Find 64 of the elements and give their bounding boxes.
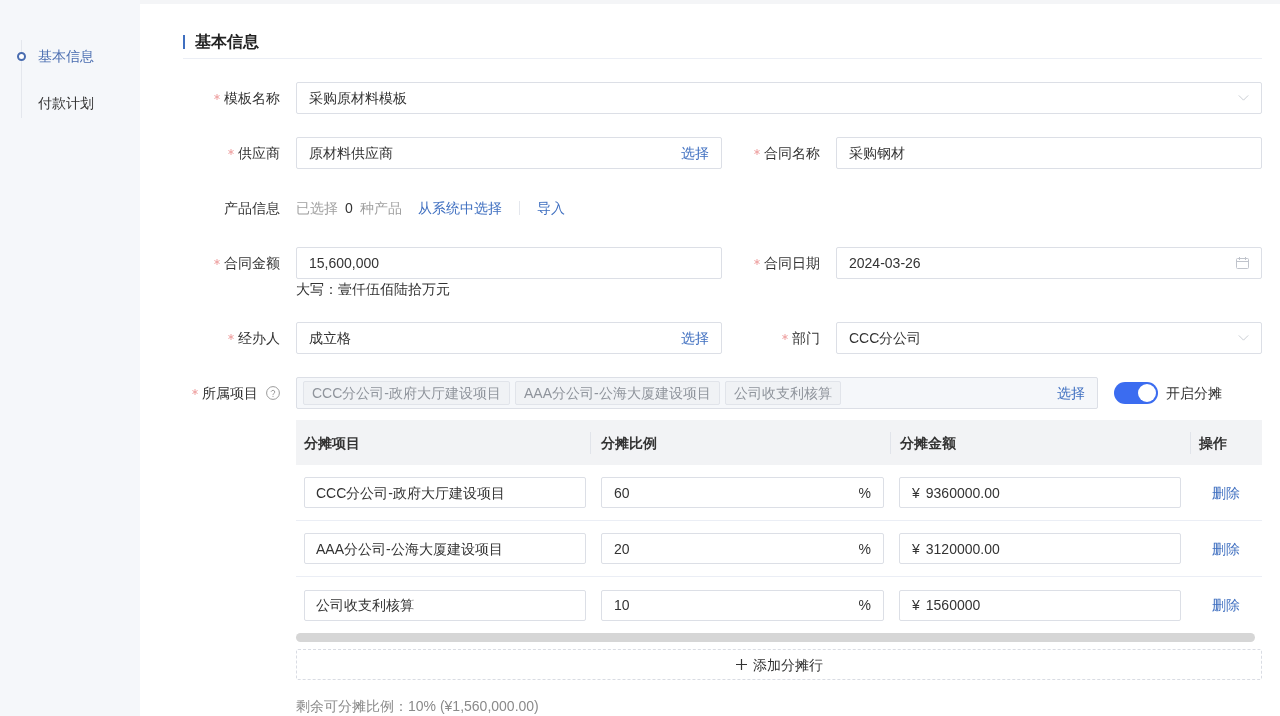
tag: AAA分公司-公海大厦建设项目	[515, 381, 720, 405]
project-input[interactable]: CCC分公司-政府大厅建设项目	[304, 477, 586, 508]
ratio-input[interactable]: 10 %	[601, 589, 884, 621]
toggle-switch[interactable]	[1114, 382, 1158, 404]
field-label: 供应商	[238, 144, 280, 163]
active-ring-icon	[17, 51, 26, 61]
delete-link[interactable]: 删除	[1212, 482, 1240, 503]
project-input[interactable]: 公司收支利核算	[304, 589, 586, 621]
horizontal-scrollbar[interactable]	[296, 633, 1255, 642]
toggle-label: 开启分摊	[1166, 384, 1222, 403]
accent-bar-icon	[183, 35, 185, 49]
tag: CCC分公司-政府大厅建设项目	[303, 381, 510, 405]
column-header: 操作	[1198, 433, 1227, 453]
tags-field[interactable]: CCC分公司-政府大厅建设项目 AAA分公司-公海大厦建设项目 公司收支利核算 选择	[296, 377, 1098, 409]
column-header: 分摊比例	[600, 433, 657, 453]
calendar-icon	[1236, 257, 1249, 269]
tag: 公司收支利核算	[724, 381, 841, 405]
hint-text: 大写：壹仟伍佰陆拾万元	[296, 280, 450, 299]
picker-field[interactable]: 成立格 选择	[296, 322, 722, 354]
currency-prefix: ¥	[912, 596, 920, 615]
text-field[interactable]: 15,600,000	[296, 247, 722, 279]
select-link[interactable]: 选择	[681, 143, 709, 163]
picker-field[interactable]: 原材料供应商 选择	[296, 137, 722, 169]
date-field[interactable]: 2024-03-26	[836, 247, 1262, 279]
help-icon[interactable]	[266, 386, 280, 400]
amount-input[interactable]: ¥ 3120000.00	[899, 533, 1181, 564]
unit-suffix: %	[858, 539, 871, 559]
field-label: 合同日期	[764, 254, 820, 273]
field-label: 经办人	[238, 329, 280, 348]
select-link[interactable]: 选择	[1057, 383, 1085, 403]
currency-prefix: ¥	[912, 539, 920, 559]
remaining-ratio-text: 剩余可分摊比例：10% (¥1,560,000.00)	[296, 697, 540, 716]
currency-prefix: ¥	[912, 483, 920, 503]
field-label: 模板名称	[224, 89, 280, 108]
chevron-down-icon	[1238, 335, 1249, 341]
field-label: 部门	[792, 329, 820, 348]
add-row-button[interactable]: 添加分摊行	[296, 649, 1262, 680]
ratio-input[interactable]: 20 %	[601, 533, 884, 564]
select-field[interactable]: 采购原材料模板	[296, 82, 1262, 114]
project-input[interactable]: AAA分公司-公海大厦建设项目	[304, 533, 586, 564]
unit-suffix: %	[858, 483, 871, 503]
chevron-down-icon	[1238, 95, 1249, 101]
field-label: 合同名称	[764, 144, 820, 163]
field-label: 产品信息	[224, 199, 280, 218]
sidebar-nav-item[interactable]: 付款计划	[17, 93, 94, 113]
ratio-input[interactable]: 60 %	[601, 477, 884, 508]
text-field[interactable]: 采购钢材	[836, 137, 1262, 169]
section-title: 基本信息	[195, 32, 259, 52]
column-header: 分摊项目	[303, 433, 360, 453]
sidebar-nav-item[interactable]: 基本信息	[17, 46, 94, 66]
select-field[interactable]: CCC分公司	[836, 322, 1262, 354]
select-link[interactable]: 选择	[681, 328, 709, 348]
amount-input[interactable]: ¥ 1560000	[899, 589, 1181, 621]
text-link[interactable]: 导入	[536, 198, 565, 218]
plus-icon	[735, 659, 747, 670]
field-label: 合同金额	[224, 254, 280, 273]
unit-suffix: %	[858, 596, 871, 615]
column-header: 分摊金额	[899, 433, 956, 453]
delete-link[interactable]: 删除	[1212, 595, 1240, 615]
product-count-text: 已选择 0 种产品	[296, 199, 402, 218]
amount-input[interactable]: ¥ 9360000.00	[899, 477, 1181, 508]
field-label: 所属项目	[202, 384, 258, 403]
delete-link[interactable]: 删除	[1212, 538, 1240, 559]
text-link[interactable]: 从系统中选择	[417, 198, 502, 218]
